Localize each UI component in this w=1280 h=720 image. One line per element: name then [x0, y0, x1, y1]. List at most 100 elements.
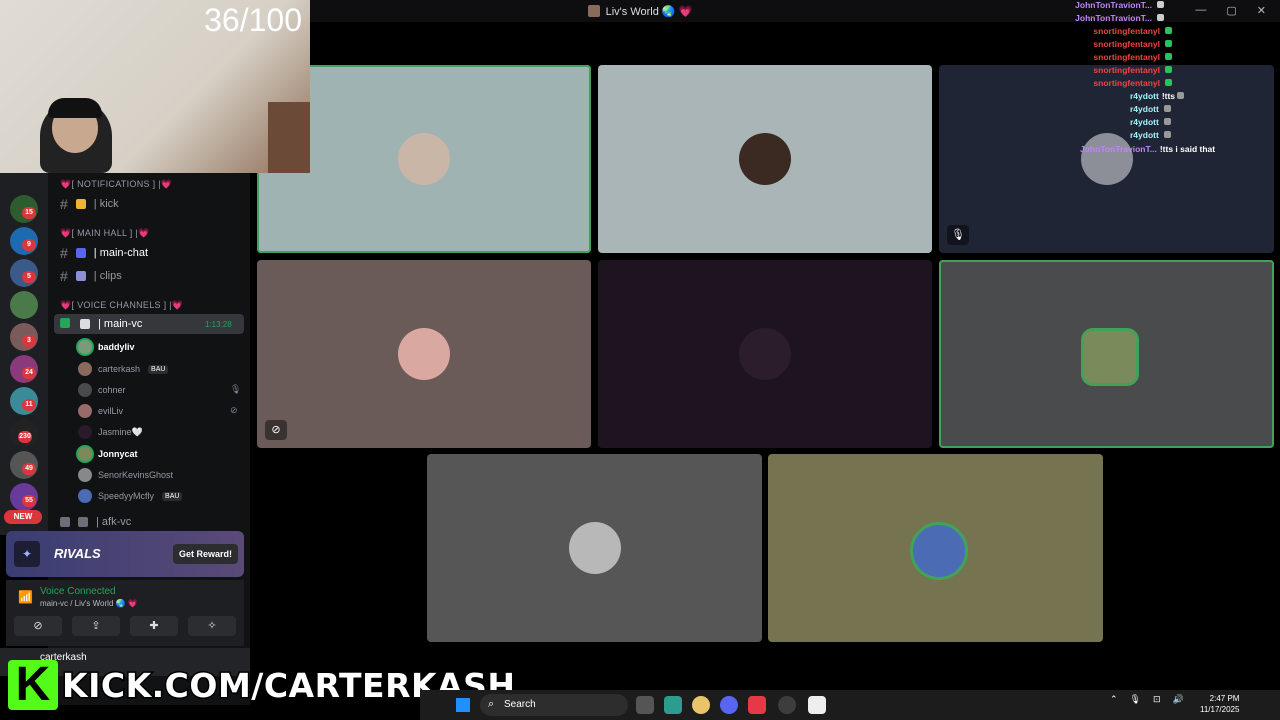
- member-name: carterkash: [98, 364, 141, 374]
- maximize-button[interactable]: ▢: [1226, 4, 1236, 17]
- member-name: Jasmine🤍: [98, 426, 143, 437]
- taskbar-clock[interactable]: 2:47 PM 11/17/2025: [1200, 693, 1239, 715]
- clock-date: 11/17/2025: [1200, 705, 1240, 714]
- check-emote-icon: [1165, 40, 1172, 47]
- chat-message: snortingfentanyl: [1093, 78, 1172, 88]
- chevron-up-icon[interactable]: ⌃: [1110, 694, 1118, 705]
- chat-message: snortingfentanyl: [1093, 65, 1172, 75]
- participant-avatar: [1080, 328, 1139, 386]
- muted-mic-icon: 🎙: [947, 225, 969, 245]
- avatar: [78, 362, 92, 376]
- chat-username: r4ydott: [1130, 117, 1159, 127]
- channel-label: | main-chat: [93, 247, 149, 259]
- chat-text: !tts i said that: [1159, 144, 1216, 154]
- category-notifications[interactable]: 💗[ NOTIFICATIONS ] |💗: [60, 179, 172, 190]
- volume-icon[interactable]: 🔊: [1173, 694, 1184, 705]
- signal-icon: 📶: [18, 590, 33, 604]
- minimize-button[interactable]: —: [1195, 4, 1206, 17]
- participant-tile[interactable]: [768, 454, 1103, 642]
- category-voice-channels[interactable]: 💗[ VOICE CHANNELS ] |💗: [60, 300, 183, 311]
- voice-member[interactable]: cohner: [78, 383, 126, 397]
- voice-connection-panel: 📶 Voice Connected main-vc / Liv's World …: [6, 580, 244, 646]
- member-name: evilLiv: [98, 406, 124, 416]
- windows-start-icon[interactable]: [456, 698, 470, 712]
- webcam-background: [268, 102, 310, 173]
- participant-tile[interactable]: [598, 260, 932, 448]
- network-icon[interactable]: ⊡: [1153, 694, 1161, 705]
- chat-message: r4ydott: [1130, 130, 1171, 140]
- channel-clips[interactable]: # | clips: [60, 268, 122, 284]
- server-icon: [587, 5, 600, 17]
- app-icon[interactable]: [664, 696, 682, 714]
- voice-member[interactable]: carterkash BAU: [78, 362, 169, 376]
- unread-badge: 11: [22, 399, 36, 411]
- camera-off-button[interactable]: ⊘: [14, 616, 62, 636]
- window-title: Liv's World 🌏 💗: [605, 5, 693, 18]
- clock-time: 2:47 PM: [1209, 694, 1240, 703]
- soundboard-button[interactable]: ✧: [188, 616, 236, 636]
- goal-counter: 36/100: [204, 2, 302, 38]
- get-reward-button[interactable]: Get Reward!: [172, 544, 238, 564]
- voice-member[interactable]: baddyliv: [78, 340, 135, 354]
- server-icon[interactable]: [10, 291, 38, 319]
- screen-share-button[interactable]: ⇪: [72, 616, 120, 636]
- game-promo-banner[interactable]: ✦ RIVALS Get Reward!: [6, 531, 244, 577]
- avatar: [78, 489, 92, 503]
- check-emote-icon: [1165, 53, 1172, 60]
- unread-badge: 49: [22, 463, 36, 475]
- streamer-webcam: 36/100: [0, 0, 310, 173]
- participant-tile[interactable]: [939, 260, 1274, 448]
- discord-icon[interactable]: [720, 696, 738, 714]
- hash-icon: #: [60, 268, 68, 284]
- emote-icon: [1163, 118, 1171, 125]
- search-label: Search: [504, 699, 536, 710]
- voice-path[interactable]: main-vc / Liv's World 🌏 💗: [40, 599, 138, 608]
- voice-status[interactable]: Voice Connected: [40, 586, 116, 597]
- muted-mic-icon: ⊘: [265, 420, 287, 440]
- participant-avatar: [909, 522, 968, 580]
- participant-tile[interactable]: ⊘: [257, 260, 591, 448]
- check-emote-icon: [1165, 66, 1172, 73]
- music-icon[interactable]: [748, 696, 766, 714]
- participant-tile[interactable]: [427, 454, 762, 642]
- 4k-app-icon[interactable]: [778, 696, 796, 714]
- clan-tag: BAU: [162, 491, 183, 501]
- chrome-icon[interactable]: [692, 696, 710, 714]
- member-name: baddyliv: [98, 342, 135, 352]
- taskbar-search[interactable]: ⌕ Search: [480, 694, 628, 716]
- voice-member[interactable]: evilLiv: [78, 404, 123, 418]
- avatar: [78, 404, 92, 418]
- chat-message: snortingfentanyl: [1093, 26, 1172, 36]
- voice-member[interactable]: Jasmine🤍: [78, 425, 143, 439]
- voice-member[interactable]: Jonnycat: [78, 447, 138, 461]
- chat-username: snortingfentanyl: [1093, 26, 1160, 36]
- participant-avatar: [398, 133, 450, 185]
- channel-main-chat[interactable]: # | main-chat: [60, 245, 148, 261]
- muted-mic-icon: 🎙: [230, 384, 242, 394]
- channel-kick[interactable]: # | kick: [60, 196, 119, 212]
- new-badge[interactable]: NEW: [4, 510, 42, 524]
- close-button[interactable]: ✕: [1257, 4, 1266, 17]
- bell-icon: [75, 199, 86, 209]
- windows-taskbar: ⌕ Search ⌃ 🎙 ⊡ 🔊 2:47 PM 11/17/2025: [420, 690, 1280, 720]
- check-emote-icon: [1165, 79, 1172, 86]
- activities-button[interactable]: ✚: [130, 616, 178, 636]
- voice-member[interactable]: SenorKevinsGhost: [78, 468, 173, 482]
- speaker-small-icon: [78, 517, 88, 527]
- speaker-icon: [60, 517, 70, 527]
- participant-tile[interactable]: 🎙: [939, 65, 1274, 253]
- emote-icon: [1157, 14, 1164, 21]
- unread-badge: 3: [22, 335, 36, 347]
- task-view-icon[interactable]: [636, 696, 654, 714]
- category-main-hall[interactable]: 💗[ MAIN HALL ] |💗: [60, 228, 150, 239]
- unread-badge: 230: [18, 431, 32, 443]
- unread-badge: 55: [22, 495, 36, 507]
- check-emote-icon: [1165, 27, 1172, 34]
- speaker-icon: [60, 318, 70, 328]
- participant-tile[interactable]: [598, 65, 932, 253]
- mic-icon[interactable]: 🎙: [1130, 694, 1141, 705]
- voice-member[interactable]: SpeedyyMcfly BAU: [78, 489, 183, 503]
- app-icon[interactable]: [808, 696, 826, 714]
- webcam-cap: [48, 98, 102, 118]
- voice-channel-afk-vc[interactable]: | afk-vc: [60, 516, 131, 528]
